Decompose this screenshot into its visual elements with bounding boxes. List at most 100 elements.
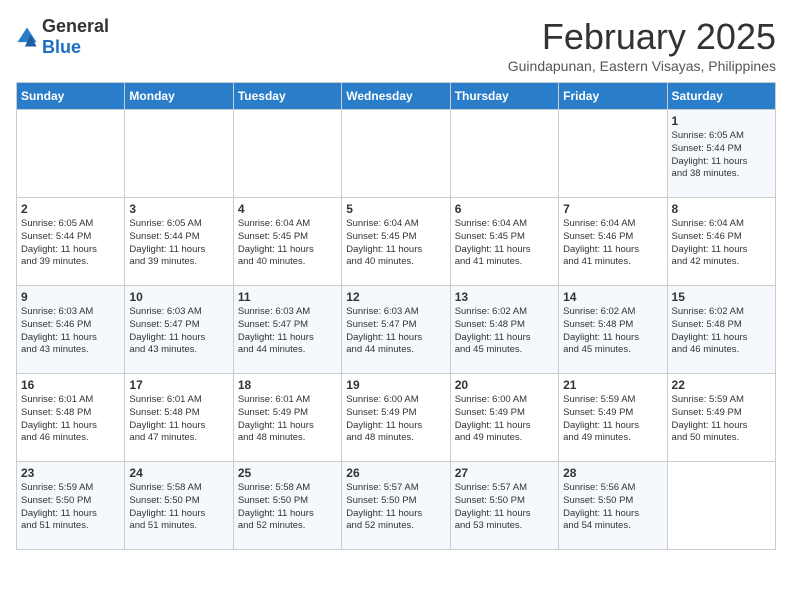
calendar-cell: 1Sunrise: 6:05 AM Sunset: 5:44 PM Daylig… xyxy=(667,110,775,198)
calendar-table: SundayMondayTuesdayWednesdayThursdayFrid… xyxy=(16,82,776,550)
day-info: Sunrise: 5:58 AM Sunset: 5:50 PM Dayligh… xyxy=(238,482,337,533)
calendar-header-row: SundayMondayTuesdayWednesdayThursdayFrid… xyxy=(17,83,776,110)
day-number: 22 xyxy=(672,378,771,392)
day-info: Sunrise: 6:02 AM Sunset: 5:48 PM Dayligh… xyxy=(455,306,554,357)
calendar-cell xyxy=(17,110,125,198)
calendar-cell xyxy=(342,110,450,198)
calendar-cell: 3 Sunrise: 6:05 AM Sunset: 5:44 PM Daylig… xyxy=(125,198,233,286)
day-number: 11 xyxy=(238,290,337,304)
day-info: Sunrise: 5:59 AM Sunset: 5:49 PM Dayligh… xyxy=(563,394,662,445)
day-info: Sunrise: 6:04 AM Sunset: 5:46 PM Dayligh… xyxy=(563,218,662,269)
calendar-cell: 10Sunrise: 6:03 AM Sunset: 5:47 PM Dayli… xyxy=(125,286,233,374)
day-info: Sunrise: 5:59 AM Sunset: 5:50 PM Dayligh… xyxy=(21,482,120,533)
logo-icon xyxy=(16,26,38,48)
calendar-cell: 20 Sunrise: 6:00 AM Sunset: 5:49 PM Dayli… xyxy=(450,374,558,462)
calendar-header-friday: Friday xyxy=(559,83,667,110)
day-info: Sunrise: 6:04 AM Sunset: 5:46 PM Dayligh… xyxy=(672,218,771,269)
calendar-cell: 12Sunrise: 6:03 AM Sunset: 5:47 PM Dayli… xyxy=(342,286,450,374)
day-number: 15 xyxy=(672,290,771,304)
day-info: Sunrise: 6:04 AM Sunset: 5:45 PM Dayligh… xyxy=(346,218,445,269)
logo-blue: Blue xyxy=(42,37,81,57)
calendar-header-monday: Monday xyxy=(125,83,233,110)
day-number: 18 xyxy=(238,378,337,392)
day-number: 14 xyxy=(563,290,662,304)
day-info: Sunrise: 6:02 AM Sunset: 5:48 PM Dayligh… xyxy=(672,306,771,357)
day-number: 4 xyxy=(238,202,337,216)
calendar-cell: 5 Sunrise: 6:04 AM Sunset: 5:45 PM Daylig… xyxy=(342,198,450,286)
calendar-cell: 23Sunrise: 5:59 AM Sunset: 5:50 PM Dayli… xyxy=(17,462,125,550)
calendar-cell: 19Sunrise: 6:00 AM Sunset: 5:49 PM Dayli… xyxy=(342,374,450,462)
title-block: February 2025 Guindapunan, Eastern Visay… xyxy=(508,16,776,74)
day-number: 1 xyxy=(672,114,771,128)
calendar-cell: 2 Sunrise: 6:05 AM Sunset: 5:44 PM Daylig… xyxy=(17,198,125,286)
calendar-cell: 15 Sunrise: 6:02 AM Sunset: 5:48 PM Dayli… xyxy=(667,286,775,374)
calendar-cell: 17Sunrise: 6:01 AM Sunset: 5:48 PM Dayli… xyxy=(125,374,233,462)
logo: General Blue xyxy=(16,16,109,58)
day-number: 26 xyxy=(346,466,445,480)
day-number: 8 xyxy=(672,202,771,216)
calendar-cell: 9 Sunrise: 6:03 AM Sunset: 5:46 PM Daylig… xyxy=(17,286,125,374)
calendar-cell xyxy=(559,110,667,198)
month-title: February 2025 xyxy=(508,16,776,58)
day-info: Sunrise: 6:03 AM Sunset: 5:46 PM Dayligh… xyxy=(21,306,120,357)
calendar-header-wednesday: Wednesday xyxy=(342,83,450,110)
day-info: Sunrise: 6:02 AM Sunset: 5:48 PM Dayligh… xyxy=(563,306,662,357)
calendar-cell xyxy=(667,462,775,550)
logo-text: General Blue xyxy=(42,16,109,58)
day-number: 7 xyxy=(563,202,662,216)
day-number: 3 xyxy=(129,202,228,216)
calendar-cell: 28Sunrise: 5:56 AM Sunset: 5:50 PM Dayli… xyxy=(559,462,667,550)
calendar-cell: 18 Sunrise: 6:01 AM Sunset: 5:49 PM Dayli… xyxy=(233,374,341,462)
calendar-cell: 26Sunrise: 5:57 AM Sunset: 5:50 PM Dayli… xyxy=(342,462,450,550)
location-subtitle: Guindapunan, Eastern Visayas, Philippine… xyxy=(508,58,776,74)
day-info: Sunrise: 6:00 AM Sunset: 5:49 PM Dayligh… xyxy=(455,394,554,445)
calendar-cell: 7 Sunrise: 6:04 AM Sunset: 5:46 PM Daylig… xyxy=(559,198,667,286)
calendar-cell: 6 Sunrise: 6:04 AM Sunset: 5:45 PM Daylig… xyxy=(450,198,558,286)
day-info: Sunrise: 6:01 AM Sunset: 5:48 PM Dayligh… xyxy=(21,394,120,445)
day-number: 21 xyxy=(563,378,662,392)
calendar-cell: 11 Sunrise: 6:03 AM Sunset: 5:47 PM Dayli… xyxy=(233,286,341,374)
day-info: Sunrise: 5:58 AM Sunset: 5:50 PM Dayligh… xyxy=(129,482,228,533)
logo-general: General xyxy=(42,16,109,36)
day-info: Sunrise: 5:59 AM Sunset: 5:49 PM Dayligh… xyxy=(672,394,771,445)
day-info: Sunrise: 6:01 AM Sunset: 5:49 PM Dayligh… xyxy=(238,394,337,445)
day-info: Sunrise: 5:56 AM Sunset: 5:50 PM Dayligh… xyxy=(563,482,662,533)
day-info: Sunrise: 6:04 AM Sunset: 5:45 PM Dayligh… xyxy=(238,218,337,269)
day-info: Sunrise: 5:57 AM Sunset: 5:50 PM Dayligh… xyxy=(455,482,554,533)
calendar-cell: 24 Sunrise: 5:58 AM Sunset: 5:50 PM Dayli… xyxy=(125,462,233,550)
calendar-header-sunday: Sunday xyxy=(17,83,125,110)
day-info: Sunrise: 6:01 AM Sunset: 5:48 PM Dayligh… xyxy=(129,394,228,445)
calendar-week-4: 16 Sunrise: 6:01 AM Sunset: 5:48 PM Dayli… xyxy=(17,374,776,462)
day-number: 25 xyxy=(238,466,337,480)
page-header: General Blue February 2025 Guindapunan, … xyxy=(16,16,776,74)
calendar-header-saturday: Saturday xyxy=(667,83,775,110)
calendar-cell: 8 Sunrise: 6:04 AM Sunset: 5:46 PM Daylig… xyxy=(667,198,775,286)
day-number: 24 xyxy=(129,466,228,480)
day-number: 27 xyxy=(455,466,554,480)
calendar-cell: 21 Sunrise: 5:59 AM Sunset: 5:49 PM Dayli… xyxy=(559,374,667,462)
calendar-cell: 25 Sunrise: 5:58 AM Sunset: 5:50 PM Dayli… xyxy=(233,462,341,550)
day-info: Sunrise: 6:03 AM Sunset: 5:47 PM Dayligh… xyxy=(129,306,228,357)
day-info: Sunrise: 6:05 AM Sunset: 5:44 PM Dayligh… xyxy=(129,218,228,269)
day-number: 12 xyxy=(346,290,445,304)
day-number: 5 xyxy=(346,202,445,216)
calendar-cell xyxy=(125,110,233,198)
day-info: Sunrise: 6:00 AM Sunset: 5:49 PM Dayligh… xyxy=(346,394,445,445)
day-number: 6 xyxy=(455,202,554,216)
day-info: Sunrise: 6:04 AM Sunset: 5:45 PM Dayligh… xyxy=(455,218,554,269)
day-number: 16 xyxy=(21,378,120,392)
calendar-week-2: 2 Sunrise: 6:05 AM Sunset: 5:44 PM Daylig… xyxy=(17,198,776,286)
calendar-week-1: 1Sunrise: 6:05 AM Sunset: 5:44 PM Daylig… xyxy=(17,110,776,198)
calendar-cell: 16 Sunrise: 6:01 AM Sunset: 5:48 PM Dayli… xyxy=(17,374,125,462)
calendar-cell: 14 Sunrise: 6:02 AM Sunset: 5:48 PM Dayli… xyxy=(559,286,667,374)
calendar-cell xyxy=(233,110,341,198)
calendar-week-3: 9 Sunrise: 6:03 AM Sunset: 5:46 PM Daylig… xyxy=(17,286,776,374)
day-number: 9 xyxy=(21,290,120,304)
day-info: Sunrise: 6:03 AM Sunset: 5:47 PM Dayligh… xyxy=(238,306,337,357)
day-number: 13 xyxy=(455,290,554,304)
day-info: Sunrise: 6:05 AM Sunset: 5:44 PM Dayligh… xyxy=(21,218,120,269)
calendar-cell: 4 Sunrise: 6:04 AM Sunset: 5:45 PM Daylig… xyxy=(233,198,341,286)
day-number: 20 xyxy=(455,378,554,392)
calendar-cell: 22 Sunrise: 5:59 AM Sunset: 5:49 PM Dayli… xyxy=(667,374,775,462)
day-number: 2 xyxy=(21,202,120,216)
